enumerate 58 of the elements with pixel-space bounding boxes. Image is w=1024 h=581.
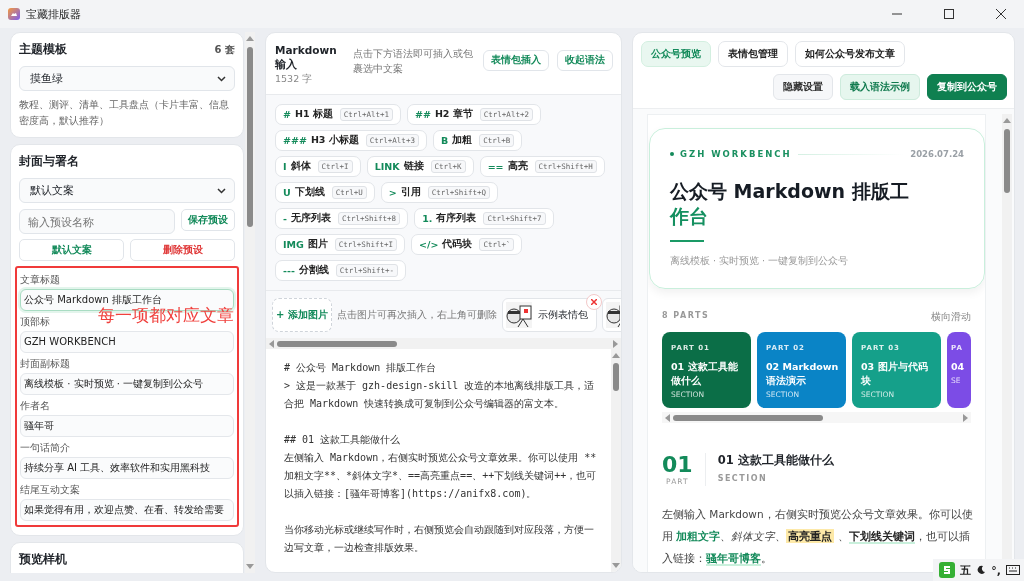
part-title: 02 Markdown 语法演示 [766,360,840,388]
text-field[interactable]: 如果觉得有用，欢迎点赞、在看、转发给需要 [20,498,234,521]
blog-link[interactable]: 骚年哥博客 [706,552,761,566]
card-title: 封面与署名 [19,153,79,170]
text-field[interactable]: 骚年哥 [20,414,234,437]
section-number: 01 [662,453,693,477]
field-label: 结尾互动文案 [20,483,80,496]
add-image-button[interactable]: + 添加图片 [272,298,332,332]
theme-select[interactable]: 摸鱼绿 [19,66,235,91]
preset-name-field[interactable]: 输入预设名称 [19,209,175,234]
image-card[interactable]: 示例表情包 [502,298,597,332]
image-hint: 点击图片可再次插入，右上角可删除 [337,308,497,322]
part-title: 01 这款工具能做什么 [671,360,739,388]
delete-button[interactable]: 删除预设 [130,239,235,261]
editor-line: ## 01 这款工具能做什么 [284,433,402,447]
parts-hint: 横向滑动 [931,311,971,324]
section-title: 01 这款工具能做什么 [717,453,834,468]
word-count: 1532 字 [275,73,314,86]
theme-count: 6 套 [214,42,235,57]
field-label: 文章标题 [20,274,60,286]
part-title: 04 [951,360,966,374]
action-button[interactable]: 隐藏设置 [773,74,833,100]
cover-title: 公众号 Markdown 排版工 作台 [670,179,910,229]
field-label: 作者名 [20,399,50,412]
field-label: 一句话简介 [20,441,70,454]
tab[interactable]: 如何公众号发布文章 [795,41,905,67]
hint-text: 点击下方语法即可插入或包裹选中文案 [353,47,474,76]
tab[interactable]: 公众号预览 [641,41,711,67]
editor-line: # 公众号 Markdown 排版工作台 [284,361,438,375]
cover-tag: GZH WORKBENCH [680,149,792,159]
image-caption: 示例表情包 [538,308,588,322]
ime-punctuation[interactable]: °, [991,563,1001,577]
parts-label: 8 PARTS [662,311,710,322]
text-field[interactable]: GZH WORKBENCH [20,330,234,353]
cover-subtitle: 离线模板 · 实时预览 · 一键复制到公众号 [670,255,850,268]
editor-line: 左侧输入 Markdown，右侧实时预览公众号文章效果。你可以使用 **加粗文字**、*斜体文字*、==高亮重点==、++下划线关键词++，也可以插入链接：[骚年哥博客](https://anifx8.com)。 [284,451,598,501]
field-label: 封面副标题 [20,357,70,370]
text-field[interactable]: 持续分享 AI 工具、效率软件和实用黑科技 [20,456,234,479]
save-preset-button[interactable]: 保存预设 [181,209,235,231]
header-button[interactable]: 表情包插入 [483,50,549,71]
action-button[interactable]: 载入语法示例 [840,74,920,100]
window-title: 宝藏排版器 [26,6,82,22]
section-subtitle: SECTION [717,474,769,483]
panel-title: Markdown 输入 [275,43,338,71]
tab[interactable]: 表情包管理 [718,41,788,67]
editor-line: > 这是一款基于 gzh-design-skill 改造的本地离线排版工具，适合把 Markdown 快速转换成可复制到公众号编辑器的富文本。 [284,379,596,411]
text-field[interactable]: 离线模板 · 实时预览 · 一键复制到公众号 [20,372,234,395]
default-button[interactable]: 默认文案 [19,239,124,261]
theme-description: 教程、测评、清单、工具盘点（卡片丰富、信息密度高，默认推荐） [19,98,230,128]
field-label: 顶部标 [20,316,50,328]
card-title: 预览样机 [19,550,67,568]
editor-line: 当你移动光标或继续写作时，右侧预览会自动跟随到对应段落，方便一边写文章，一边检查排版效果。 [284,523,595,555]
preset-select[interactable]: 默认文案 [19,178,235,203]
action-button[interactable]: 复制到公众号 [927,74,1007,100]
header-button[interactable]: 收起语法 [557,50,613,71]
card-title: 主题模板 [19,41,67,58]
part-title: 03 图片与代码块 [861,360,929,388]
cover-date: 2026.07.24 [910,149,964,159]
